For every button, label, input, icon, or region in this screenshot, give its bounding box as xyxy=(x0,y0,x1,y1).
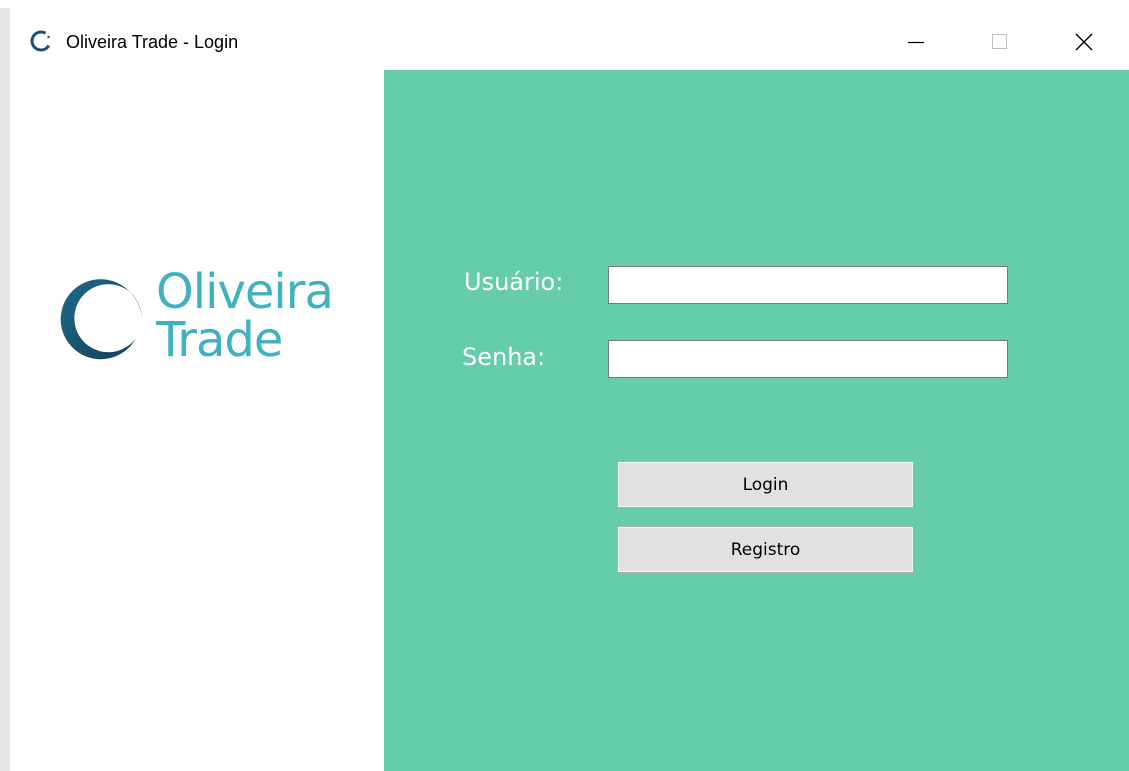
login-form-panel: Usuário: Senha: Login Registro xyxy=(384,70,1129,771)
logo-panel: Oliveira Trade xyxy=(10,70,384,771)
close-button[interactable] xyxy=(1054,22,1114,62)
password-label: Senha: xyxy=(462,343,546,371)
window-frame-left xyxy=(0,8,10,771)
brand-logo: Oliveira Trade xyxy=(50,266,350,376)
brand-mark-icon xyxy=(60,279,142,360)
close-icon xyxy=(1075,33,1093,51)
window-frame-top xyxy=(0,0,1129,8)
app-logo-icon xyxy=(30,30,52,52)
minimize-button[interactable] xyxy=(884,22,944,62)
title-bar: Oliveira Trade - Login xyxy=(10,10,1129,70)
logo-text-oliveira: Oliveira xyxy=(156,264,334,320)
logo-text-trade: Trade xyxy=(156,312,283,368)
maximize-icon xyxy=(992,34,1007,49)
register-button[interactable]: Registro xyxy=(617,526,914,573)
username-input[interactable] xyxy=(608,266,1008,304)
password-input[interactable] xyxy=(608,340,1008,378)
login-window: Oliveira Trade - Login Oliveira Trade Us… xyxy=(0,0,1129,771)
username-label: Usuário: xyxy=(464,268,564,296)
login-button[interactable]: Login xyxy=(617,461,914,508)
maximize-button[interactable] xyxy=(970,22,1030,62)
window-title: Oliveira Trade - Login xyxy=(66,32,239,52)
minimize-icon xyxy=(908,41,924,44)
